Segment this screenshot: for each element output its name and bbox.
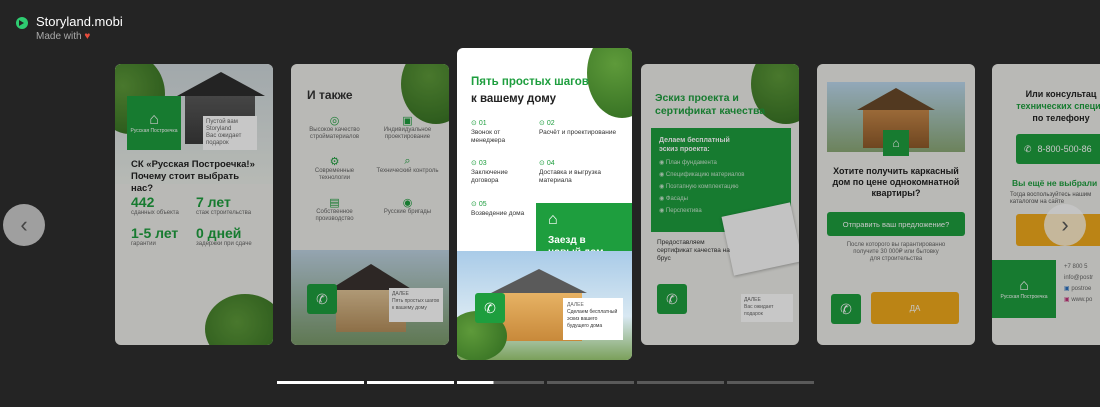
quality-icon: ◎ [329, 115, 340, 127]
progress-segment [727, 381, 814, 384]
check-circle-icon: ⊙ [471, 201, 477, 208]
stat-item: 0 дней задержки при сдаче [196, 225, 252, 247]
card6-question: Вы ещё не выбрали п [1012, 178, 1100, 188]
stats-grid: 442 сданных объекта 7 лет стаж строительст… [131, 194, 261, 248]
company-logo: ⌂ Русская Построечка [992, 260, 1056, 318]
steps-subtitle: к вашему дому [471, 93, 556, 105]
next-tag[interactable]: ДАЛЕЕ Сделаем бесплатный эскиз вашего бу… [563, 298, 623, 340]
feature-item: ▤ Собственное производство [301, 196, 368, 223]
phone-number-button[interactable]: ✆ 8-800-500-86 [1016, 134, 1100, 164]
made-with-label: Made with ♥ [36, 31, 91, 42]
step-item: ⊙ 01 Звонок от менеджера [471, 120, 506, 144]
inspect-icon: ⌕ [404, 155, 411, 167]
story-card-6[interactable]: Или консультац технических специа по тел… [992, 64, 1100, 345]
stat-item: 7 лет стаж строительства [196, 194, 252, 216]
step-item: ⊙ 05 Возведение дома [471, 201, 525, 217]
company-logo: ⌂ Русская Построечка [127, 96, 181, 150]
phone-icon: ✆ [1024, 143, 1032, 154]
prev-story-button[interactable]: ‹ [3, 204, 45, 246]
phone-icon: ✆ [840, 300, 852, 317]
phone-icon: ✆ [316, 290, 328, 307]
feature-grid: ◎ Высокое качество стройматериалов ▣ Индив… [301, 114, 441, 223]
story-card-4[interactable]: Эскиз проекта и сертификат качества Дела… [641, 64, 799, 345]
call-button[interactable]: ✆ [475, 293, 505, 323]
gift-badge: Пустой вам Storyland Вас ожидает подарок [203, 116, 257, 150]
progress-segment-current [457, 381, 544, 384]
step-item: ⊙ 03 Заключение договора [471, 160, 508, 184]
phone-icon: ✆ [484, 299, 496, 316]
step-item: ⊙ 02 Расчёт и проектирование [539, 120, 617, 136]
brand-header: Storyland.mobi Made with ♥ [16, 14, 123, 44]
card2-title: И также [307, 88, 353, 102]
feature-item: ▣ Индивидуальное проектирование [374, 114, 441, 141]
company-logo-icon: ⌂ [883, 130, 909, 156]
progress-segment [547, 381, 634, 384]
story-progress [277, 381, 814, 384]
progress-segment [277, 381, 364, 384]
story-card-3-active[interactable]: Пять простых шагов к вашему дому ⊙ 01 Зв… [457, 48, 632, 360]
storyland-logo-icon [16, 17, 28, 29]
yes-button[interactable]: ДА [871, 292, 959, 324]
progress-segment [637, 381, 724, 384]
chevron-right-icon: › [1061, 212, 1069, 237]
check-circle-icon: ⊙ [539, 160, 545, 167]
heart-icon: ♥ [84, 31, 91, 42]
blueprint-icon: ▣ [402, 115, 413, 127]
vk-icon: ▣ [1064, 286, 1070, 292]
story-card-1[interactable]: ⌂ Русская Построечка Пустой вам Storylan… [115, 64, 273, 345]
house-logo-icon: ⌂ [1019, 277, 1029, 294]
stat-item: 1-5 лет гарантии [131, 225, 179, 247]
card6-sub: Тогда воспользуйтесь нашим каталогом на … [1010, 192, 1092, 205]
card5-question: Хотите получить каркасный дом по цене од… [832, 166, 960, 198]
feature-item: ◎ Высокое качество стройматериалов [301, 114, 368, 141]
next-story-button[interactable]: › [1044, 204, 1086, 246]
check-circle-icon: ⊙ [539, 120, 545, 127]
feature-item: ◉ Русские бригады [374, 196, 441, 223]
chevron-left-icon: ‹ [20, 212, 28, 237]
call-button[interactable]: ✆ [831, 294, 861, 324]
next-tag[interactable]: ДАЛЕЕ Пять простых шагов к вашему дому [389, 288, 443, 322]
phone-icon: ✆ [666, 290, 678, 307]
story-card-5[interactable]: ⌂ Хотите получить каркасный дом по цене … [817, 64, 975, 345]
card5-note: После которого вы гарантированно получит… [846, 242, 946, 262]
factory-icon: ▤ [329, 197, 340, 209]
certificate-text: Предоставляем сертификат качества на бру… [657, 239, 730, 262]
next-tag[interactable]: ДАЛЕЕ Вас ожидает подарок [741, 294, 793, 322]
house-logo-icon: ⌂ [149, 111, 159, 128]
instagram-icon: ▣ [1064, 297, 1070, 303]
home-icon: ⌂ [548, 211, 558, 228]
steps-title: Пять простых шагов [471, 76, 589, 88]
feature-item: ⌕ Технический контроль [374, 155, 441, 182]
feature-item: ⚙ Современные технологии [301, 155, 368, 182]
card4-title: Эскиз проекта и сертификат качества [655, 92, 766, 117]
send-offer-button[interactable]: Отправить ваш предложение? [827, 212, 965, 236]
tech-icon: ⚙ [329, 156, 340, 168]
check-circle-icon: ⊙ [471, 160, 477, 167]
progress-segment [367, 381, 454, 384]
check-circle-icon: ⊙ [471, 120, 477, 127]
step-item: ⊙ 04 Доставка и выгрузка материала [539, 160, 602, 184]
team-icon: ◉ [402, 197, 413, 209]
story-card-2[interactable]: И также ◎ Высокое качество стройматериало… [291, 64, 449, 345]
call-button[interactable]: ✆ [307, 284, 337, 314]
card6-title: Или консультац технических специа по тел… [1016, 89, 1100, 123]
call-button[interactable]: ✆ [657, 284, 687, 314]
card1-headline: СК «Русская Построечка!» Почему стоит вы… [131, 159, 255, 194]
brand-title[interactable]: Storyland.mobi [36, 14, 123, 30]
contacts-list: +7 800 5 info@postr ▣ postroe ▣ www.po [1064, 264, 1094, 303]
stat-item: 442 сданных объекта [131, 194, 179, 216]
